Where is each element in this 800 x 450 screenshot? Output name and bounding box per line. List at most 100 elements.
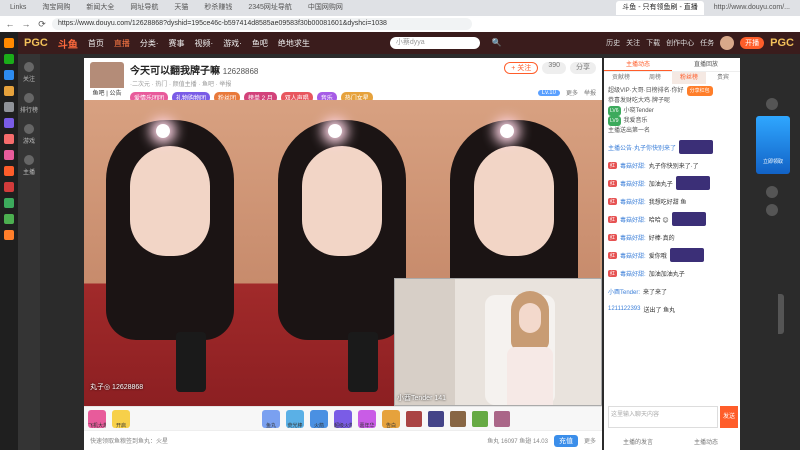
follow-link[interactable]: 关注 bbox=[626, 38, 640, 48]
tab-fans[interactable]: 粉丝榜 bbox=[672, 72, 706, 84]
app-icon[interactable] bbox=[4, 150, 14, 160]
download-link[interactable]: 下载 bbox=[646, 38, 660, 48]
list-item[interactable]: LV6 小晓Tender bbox=[608, 106, 736, 116]
creator-link[interactable]: 创作中心 bbox=[666, 38, 694, 48]
pgc-logo[interactable]: PGC bbox=[24, 37, 48, 49]
history-link[interactable]: 历史 bbox=[606, 38, 620, 48]
notification-icon[interactable] bbox=[766, 98, 778, 110]
gift-icon[interactable] bbox=[450, 410, 466, 427]
gift-item[interactable]: 超级火箭 bbox=[334, 409, 352, 429]
app-icon[interactable] bbox=[4, 70, 14, 80]
forward-icon[interactable]: → bbox=[20, 18, 32, 30]
app-icon[interactable] bbox=[4, 198, 14, 208]
promo-banner[interactable]: 立即领取 bbox=[756, 116, 790, 174]
gift-item[interactable]: 告白 bbox=[382, 409, 400, 429]
tab-vip[interactable]: 贵宾 bbox=[706, 72, 740, 84]
tab-taobao[interactable]: 淘宝网购 bbox=[36, 1, 76, 15]
gift-icon[interactable] bbox=[494, 410, 510, 427]
gift-item[interactable]: 开启 bbox=[112, 409, 130, 429]
app-icon[interactable] bbox=[4, 118, 14, 128]
nav-events[interactable]: 赛事 bbox=[169, 38, 185, 49]
gift-item[interactable]: 火箭 bbox=[310, 409, 328, 429]
search-input[interactable]: 小蔡dyya bbox=[389, 37, 480, 49]
tab-anchor-news[interactable]: 主播动态 bbox=[604, 58, 672, 71]
gift-icon[interactable] bbox=[472, 410, 488, 427]
gift-item[interactable]: 飞机大炮 bbox=[88, 409, 106, 429]
collapse-handle[interactable] bbox=[778, 294, 784, 334]
gift-item[interactable]: 鱼丸 bbox=[262, 409, 280, 429]
url-input[interactable]: https://www.douyu.com/12628868?dyshid=19… bbox=[52, 18, 472, 30]
back-icon[interactable]: ← bbox=[4, 18, 16, 30]
pip-video[interactable]: 小酉Tender 141 bbox=[394, 278, 602, 406]
tab-cn-shop[interactable]: 中国网购网 bbox=[302, 1, 349, 15]
report-link[interactable]: 举报 bbox=[584, 88, 596, 97]
red-packet-badge[interactable]: 分享红包 bbox=[686, 86, 713, 96]
tab-anchor-dynamic[interactable]: 主播动态 bbox=[672, 436, 740, 450]
anchor-avatar[interactable]: 鱼吧 | 公告 bbox=[90, 62, 124, 97]
gift-icon[interactable] bbox=[428, 410, 444, 427]
tab-contrib[interactable]: 贡献榜 bbox=[604, 72, 638, 84]
app-icon[interactable] bbox=[4, 166, 14, 176]
nav-games[interactable]: 游戏· bbox=[223, 38, 242, 49]
nav-pubg[interactable]: 绝地求生 bbox=[278, 38, 310, 49]
sidebar-item-follow[interactable]: 关注 bbox=[23, 62, 35, 83]
tab-anchor-speech[interactable]: 主播的发言 bbox=[604, 436, 672, 450]
avatar[interactable] bbox=[720, 36, 735, 50]
tab-active[interactable]: 斗鱼 - 只有领鱼刷 - 直播 bbox=[616, 1, 704, 15]
app-icon[interactable] bbox=[4, 230, 14, 240]
mic-shape bbox=[348, 332, 378, 392]
search-icon[interactable]: 🔍 bbox=[490, 37, 504, 49]
sidebar-item-anchors[interactable]: 主播 bbox=[23, 155, 35, 176]
heart-icon bbox=[23, 62, 34, 72]
tab-week[interactable]: 周榜 bbox=[638, 72, 672, 84]
message-icon[interactable] bbox=[766, 204, 778, 216]
app-icon[interactable] bbox=[4, 54, 14, 64]
list-item[interactable]: 恭喜发财吃大鸡·牌子呢 bbox=[608, 96, 736, 106]
tab-2345[interactable]: 2345网址导航 bbox=[242, 1, 298, 15]
chat-panel: 主播动态 直播回放 贡献榜 周榜 粉丝榜 贵宾 超级VIP·大哥·日榜排名·你好… bbox=[604, 58, 740, 450]
list-item[interactable]: 主播送出第一名 bbox=[608, 126, 736, 136]
app-icon[interactable] bbox=[4, 86, 14, 96]
tab-links[interactable]: Links bbox=[4, 1, 32, 15]
app-icon[interactable] bbox=[4, 102, 14, 112]
app-icon[interactable] bbox=[4, 134, 14, 144]
tab-right[interactable]: http://www.douyu.com/... bbox=[708, 1, 796, 15]
video-player[interactable]: 丸子◎ 12628868 小酉Tender 141 飞机大炮 开启 鱼丸 荧光棒… bbox=[84, 100, 602, 450]
tab-tmall[interactable]: 天猫 bbox=[168, 1, 194, 15]
chat-input[interactable]: 这里输入聊天内容 bbox=[608, 406, 718, 428]
share-button[interactable]: 分享 bbox=[570, 62, 596, 74]
sidebar-item-games[interactable]: 游戏 bbox=[23, 124, 35, 145]
list-item[interactable]: 超级VIP·大哥·日榜排名·你好 分享红包 bbox=[608, 86, 736, 96]
gift-item[interactable]: 嘉年华 bbox=[358, 409, 376, 429]
tab-flash[interactable]: 秒杀赚钱 bbox=[198, 1, 238, 15]
tab-replay[interactable]: 直播回放 bbox=[672, 58, 740, 71]
sidebar-item-rank[interactable]: 排行榜 bbox=[20, 93, 38, 114]
anchor-badge[interactable]: 鱼吧 | 公告 bbox=[90, 88, 124, 97]
tab-nav[interactable]: 网址导航 bbox=[124, 1, 164, 15]
send-button[interactable]: 发送 bbox=[720, 406, 738, 428]
more-button[interactable]: 更多 bbox=[584, 436, 596, 445]
app-icon[interactable] bbox=[4, 38, 14, 48]
tab-news[interactable]: 新闻大全 bbox=[80, 1, 120, 15]
chat-message: 1211122393 送出了 鱼丸 bbox=[608, 306, 676, 314]
list-item[interactable]: LV9 我爱音乐 bbox=[608, 116, 736, 126]
nav-live[interactable]: 直播 bbox=[114, 38, 130, 49]
app-icon[interactable] bbox=[4, 214, 14, 224]
task-link[interactable]: 任务 bbox=[700, 38, 714, 48]
app-icon[interactable] bbox=[4, 182, 14, 192]
nav-home[interactable]: 首页 bbox=[88, 38, 104, 49]
nav-video[interactable]: 视频· bbox=[195, 38, 214, 49]
douyu-logo[interactable]: 斗鱼 bbox=[58, 36, 78, 51]
gift-icon[interactable] bbox=[766, 186, 778, 198]
chat-footer: 主播的发言 主播动态 bbox=[604, 436, 740, 450]
nav-yuba[interactable]: 鱼吧 bbox=[252, 38, 268, 49]
follow-button[interactable]: + 关注 bbox=[504, 62, 539, 74]
nav-category[interactable]: 分类· bbox=[140, 38, 159, 49]
reload-icon[interactable]: ⟳ bbox=[36, 18, 48, 30]
more-link[interactable]: 更多 bbox=[566, 88, 578, 97]
recharge-button[interactable]: 充值 bbox=[553, 434, 578, 447]
gift-icon[interactable] bbox=[406, 410, 422, 427]
start-stream-button[interactable]: 开播 bbox=[740, 37, 765, 49]
gift-item[interactable]: 荧光棒 bbox=[286, 409, 304, 429]
info-text[interactable]: 快速领取鱼粮签到鱼丸：火星 bbox=[90, 436, 168, 445]
